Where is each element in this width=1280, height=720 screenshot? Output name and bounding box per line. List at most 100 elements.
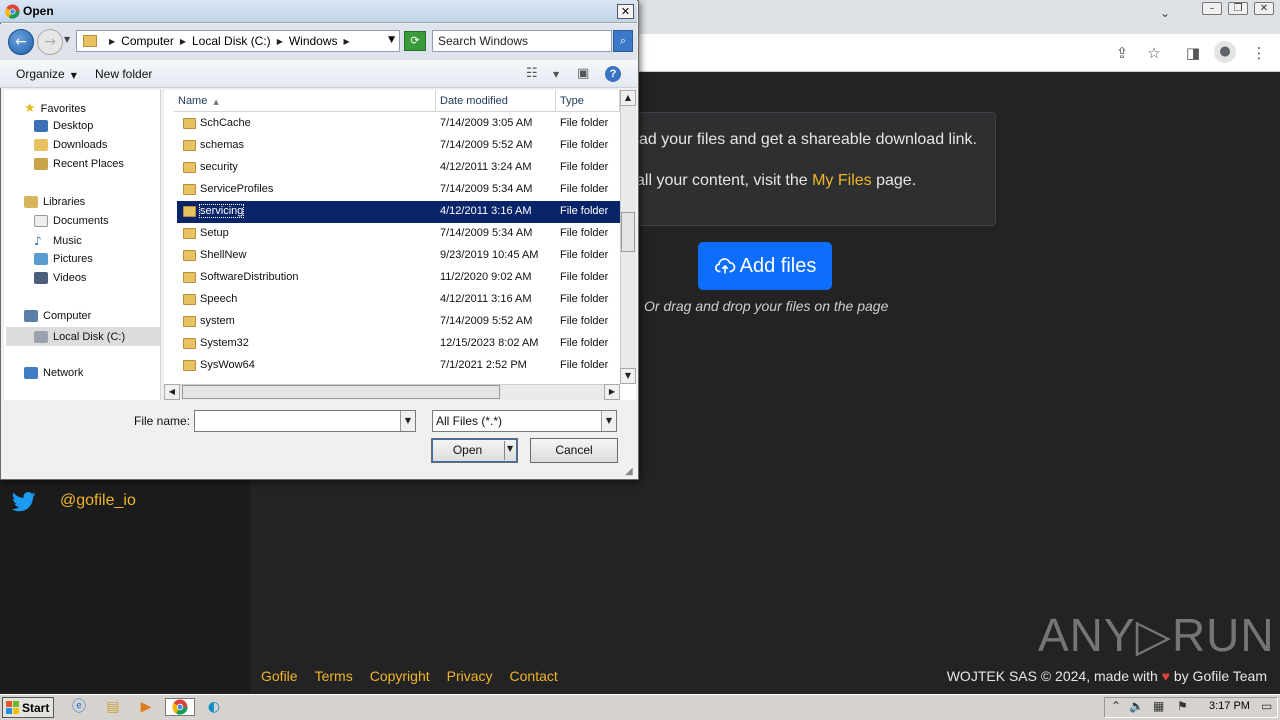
refresh-button[interactable]: ⟳ [404,31,426,51]
file-row[interactable]: SoftwareDistribution 11/2/2020 9:02 AM Fil… [177,267,620,289]
column-header-name[interactable]: Name ▲ [174,90,436,112]
vertical-scroll-thumb[interactable] [621,212,635,252]
preview-pane-icon[interactable]: ▣ [577,66,589,81]
address-bar[interactable]: ▶ Computer ▶ Local Disk (C:) ▶ Windows ▶… [76,30,400,52]
file-type-dropdown[interactable]: ▼ [601,411,616,431]
chevron-right-icon[interactable]: ▶ [180,37,186,46]
back-button[interactable]: ← [8,29,34,55]
action-center-flag-icon[interactable]: ⚑ [1177,699,1188,713]
nav-documents[interactable]: Documents [34,215,109,227]
resize-grip[interactable]: ◢ [625,466,633,477]
view-options-dropdown[interactable]: ▼ [553,70,559,79]
internet-explorer-icon[interactable]: ⓔ [69,698,89,716]
file-row[interactable]: System32 12/15/2023 8:02 AM File folder [177,333,620,355]
cancel-button[interactable]: Cancel [530,438,618,463]
file-name-input[interactable] [194,410,416,432]
forward-button[interactable]: → [37,29,63,55]
breadcrumb-computer[interactable]: Computer [121,34,174,48]
scroll-right-button[interactable]: ▶ [604,384,620,400]
dialog-close-button[interactable]: ✕ [617,4,634,19]
open-options-dropdown[interactable]: ▼ [507,444,513,453]
file-row[interactable]: system 7/14/2009 5:52 AM File folder [177,311,620,333]
twitter-icon[interactable] [12,491,36,513]
file-row[interactable]: servicing 4/12/2011 3:16 AM File folder [177,201,620,223]
close-window-button[interactable]: ✕ [1254,2,1274,15]
file-row[interactable]: SchCache 7/14/2009 3:05 AM File folder [177,113,620,135]
chrome-icon [5,4,20,19]
nav-network[interactable]: Network [24,367,83,379]
minimize-button[interactable]: – [1202,2,1222,15]
media-player-icon[interactable]: ▶ [136,698,156,716]
nav-pictures[interactable]: Pictures [34,253,93,265]
nav-computer[interactable]: Computer [24,310,91,322]
scroll-up-button[interactable]: ▲ [620,90,636,106]
restore-button[interactable]: ❐ [1228,2,1248,15]
column-header-date[interactable]: Date modified [436,90,556,112]
footer-link-gofile[interactable]: Gofile [261,668,298,684]
folder-icon [183,360,196,371]
address-history-dropdown[interactable]: ▼ [388,35,395,45]
volume-icon[interactable]: 🔈 [1129,699,1144,713]
network-tray-icon[interactable]: ▦ [1153,699,1164,713]
info-text-prefix: all your content, visit the [636,172,813,189]
file-explorer-icon[interactable]: ▤ [103,698,123,716]
scroll-down-button[interactable]: ▼ [620,368,636,384]
twitter-handle-link[interactable]: @gofile_io [60,492,136,510]
chrome-taskbar-icon[interactable] [165,698,195,716]
file-name-dropdown[interactable]: ▼ [400,411,415,431]
nav-desktop[interactable]: Desktop [34,120,93,132]
file-row[interactable]: Speech 4/12/2011 3:16 AM File folder [177,289,620,311]
chevron-right-icon[interactable]: ▶ [344,37,350,46]
footer-link-privacy[interactable]: Privacy [447,668,493,684]
show-desktop-icon[interactable]: ▭ [1261,699,1272,713]
breadcrumb-local-disk[interactable]: Local Disk (C:) [192,34,271,48]
organize-menu[interactable]: Organize ▼ [16,67,77,81]
column-header-type[interactable]: Type [556,90,620,112]
file-row[interactable]: schemas 7/14/2009 5:52 AM File folder [177,135,620,157]
profile-icon[interactable]: ● [1214,41,1236,63]
scroll-left-button[interactable]: ◀ [164,384,180,400]
footer-link-copyright[interactable]: Copyright [370,668,430,684]
taskbar-clock[interactable]: 3:17 PM [1209,700,1250,712]
nav-videos[interactable]: Videos [34,272,86,284]
edge-icon[interactable]: ◐ [204,698,224,716]
nav-local-disk[interactable]: Local Disk (C:) [6,327,160,346]
my-files-link[interactable]: My Files [812,172,872,189]
start-button[interactable]: Start [2,697,54,718]
file-row[interactable]: security 4/12/2011 3:24 AM File folder [177,157,620,179]
drive-icon [34,330,48,343]
star-icon[interactable]: ☆ [1145,44,1163,62]
menu-icon[interactable]: ⋮ [1250,44,1268,62]
file-type: File folder [560,117,609,129]
file-row[interactable]: ShellNew 9/23/2019 10:45 AM File folder [177,245,620,267]
add-files-button[interactable]: Add files [698,242,832,290]
show-hidden-icons[interactable]: ⌃ [1111,699,1121,713]
nav-favorites[interactable]: ★ Favorites [24,101,86,116]
help-icon[interactable]: ? [605,66,621,82]
network-icon [24,367,38,379]
footer-credits: WOJTEK SAS © 2024, made with ♥ by Gofile… [947,668,1267,684]
nav-libraries[interactable]: Libraries [24,196,85,208]
footer-link-contact[interactable]: Contact [510,668,558,684]
nav-downloads[interactable]: Downloads [34,139,107,151]
file-row[interactable]: Setup 7/14/2009 5:34 AM File folder [177,223,620,245]
new-folder-button[interactable]: New folder [95,67,152,81]
share-icon[interactable]: ⇪ [1113,44,1131,62]
chevron-right-icon[interactable]: ▶ [277,37,283,46]
nav-music[interactable]: ♪ Music [34,234,82,248]
breadcrumb-windows[interactable]: Windows [289,34,338,48]
file-row[interactable]: SysWow64 7/1/2021 2:52 PM File folder [177,355,620,377]
chevron-right-icon[interactable]: ▶ [109,37,115,46]
change-view-icon[interactable]: ☷ [526,66,538,81]
search-icon[interactable]: ⌕ [613,30,633,52]
recent-pages-dropdown[interactable]: ▼ [64,35,70,44]
sidebar-icon[interactable]: ◨ [1184,44,1202,62]
search-input[interactable]: Search Windows [432,30,612,52]
tab-search-icon[interactable]: ⌄ [1160,6,1170,20]
nav-recent-places[interactable]: Recent Places [34,158,124,170]
footer-link-terms[interactable]: Terms [315,668,353,684]
horizontal-scroll-thumb[interactable] [182,385,500,399]
file-row[interactable]: ServiceProfiles 7/14/2009 5:34 AM File fol… [177,179,620,201]
file-date: 4/12/2011 3:16 AM [440,205,532,217]
file-type-select[interactable]: All Files (*.*) [432,410,617,432]
